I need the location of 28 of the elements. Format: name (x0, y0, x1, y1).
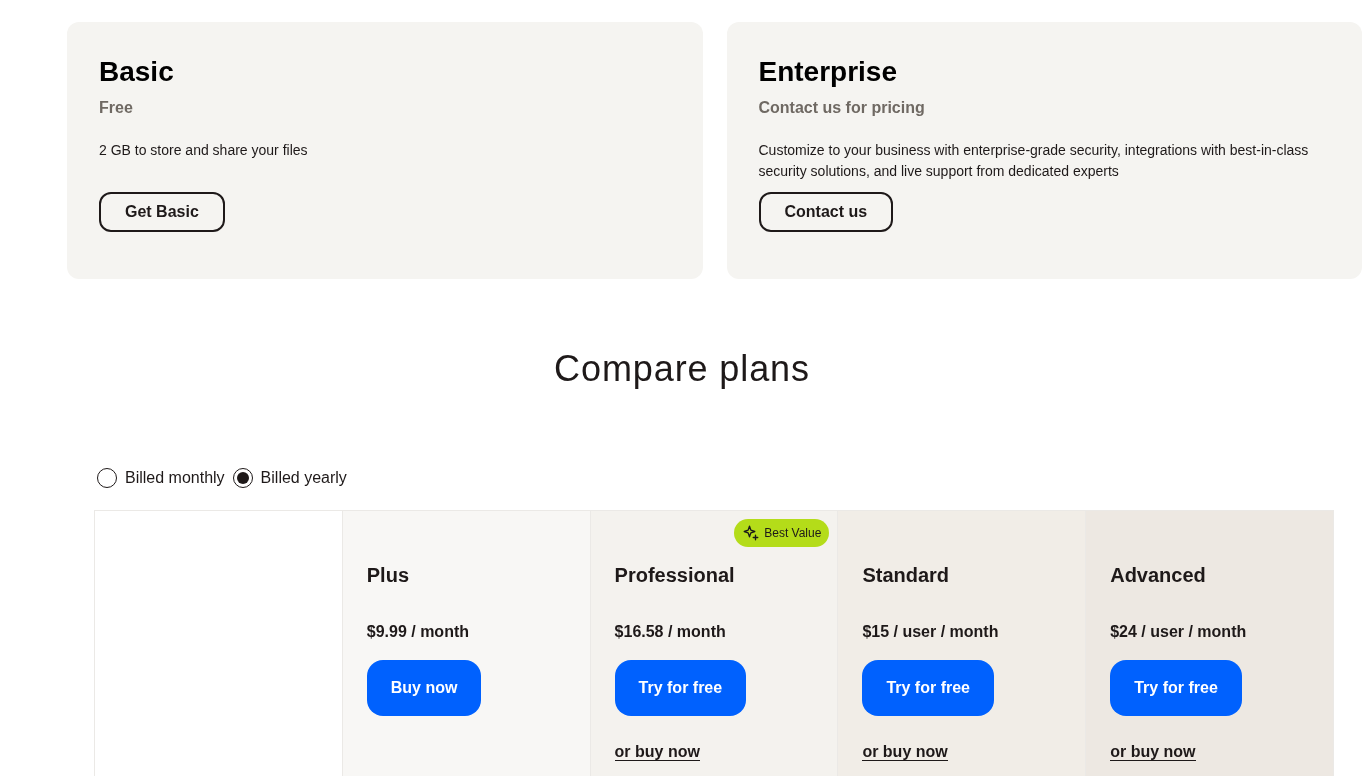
plan-name: Professional (614, 563, 736, 587)
plan-name: Standard (862, 563, 951, 587)
plan-button[interactable]: Get Basic (99, 192, 225, 232)
plan-title: Basic (99, 55, 175, 89)
plan-name: Plus (366, 563, 410, 587)
section-title: Compare plans (553, 347, 811, 391)
buy-now-link[interactable]: or buy now (1110, 743, 1196, 761)
plan-price: $15 / user / month (862, 622, 1000, 642)
badge-label: Best Value (764, 525, 822, 541)
primary-button[interactable]: Try for free (614, 660, 747, 716)
plan-price: $24 / user / month (1110, 622, 1248, 642)
billing-radio[interactable]: Billed yearly (232, 466, 347, 490)
plan-description: Customize to your business with enterprise-grade security, integrations with best-in-class security solutions, and live support from dedicated experts (758, 141, 1310, 181)
sparkle-icon (742, 524, 761, 542)
primary-button[interactable]: Try for free (862, 660, 994, 716)
buy-now-link[interactable]: or buy now (862, 743, 948, 761)
plan-price: $9.99 / month (366, 622, 470, 642)
plan-price: $16.58 / month (614, 622, 727, 642)
primary-button[interactable]: Buy now (366, 660, 482, 716)
plan-name: Advanced (1110, 563, 1207, 587)
plan-button[interactable]: Contact us (758, 192, 894, 232)
primary-button[interactable]: Try for free (1110, 660, 1242, 716)
plan-title: Enterprise (758, 55, 898, 89)
plan-description: 2 GB to store and share your files (99, 141, 309, 160)
plan-price: Free (99, 98, 134, 118)
plan-price: Contact us for pricing (758, 98, 926, 118)
buy-now-link[interactable]: or buy now (614, 743, 700, 761)
billing-radio[interactable]: Billed monthly (97, 466, 225, 490)
